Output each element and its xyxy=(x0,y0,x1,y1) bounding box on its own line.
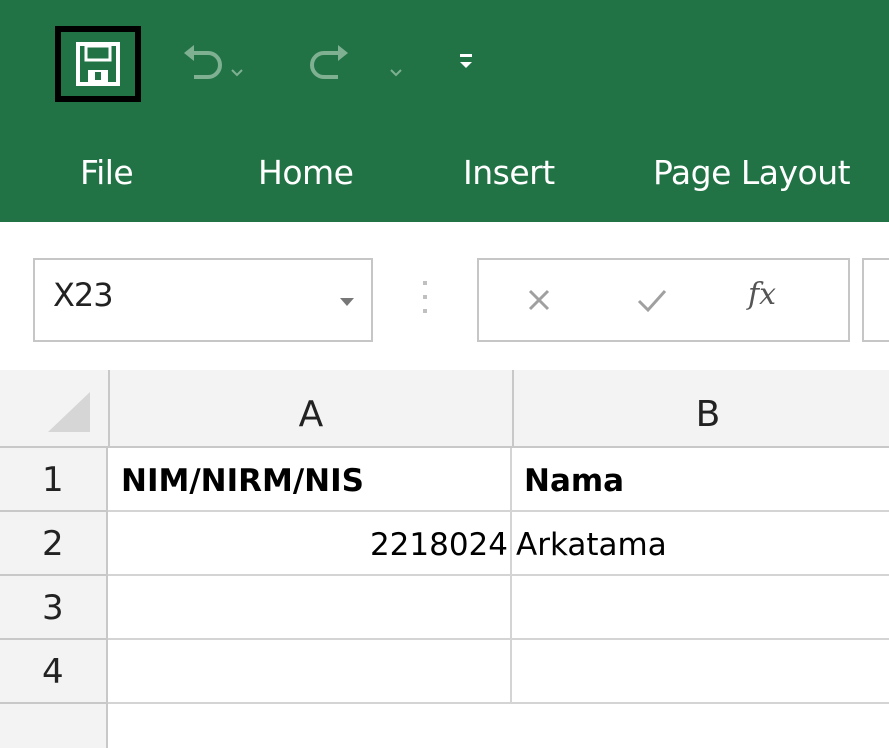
redo-dropdown-button[interactable] xyxy=(390,62,402,81)
save-icon xyxy=(76,42,120,86)
formula-input[interactable] xyxy=(862,258,889,342)
row-header-2[interactable]: 2 xyxy=(0,512,106,576)
cell-a1[interactable]: NIM/NIRM/NIS xyxy=(108,448,512,512)
column-header-b[interactable]: B xyxy=(512,370,889,446)
cell-a3[interactable] xyxy=(108,576,512,640)
tab-insert[interactable]: Insert xyxy=(463,150,555,196)
row-header-4[interactable]: 4 xyxy=(0,640,106,704)
name-box-dropdown-icon[interactable] xyxy=(339,292,355,311)
cell-a4[interactable] xyxy=(108,640,512,704)
undo-dropdown-button[interactable] xyxy=(231,62,243,81)
formula-bar-resize-handle[interactable] xyxy=(421,279,429,319)
column-header-a[interactable]: A xyxy=(108,370,512,446)
cell-a2[interactable]: 2218024 xyxy=(108,512,512,576)
ribbon: File Home Insert Page Layout xyxy=(0,0,889,222)
enter-button[interactable] xyxy=(635,285,669,319)
chevron-down-icon xyxy=(231,69,243,77)
customize-qat-icon xyxy=(460,54,472,68)
cell-b4[interactable] xyxy=(512,640,889,704)
cancel-button[interactable] xyxy=(524,285,554,319)
insert-function-button[interactable]: fx xyxy=(748,277,776,312)
name-box-value: X23 xyxy=(53,276,114,314)
tab-page-layout[interactable]: Page Layout xyxy=(653,150,851,196)
cell-b2[interactable]: Arkatama xyxy=(512,512,889,576)
worksheet-grid: A B 1 2 3 4 NIM/NIRM/NIS Nama 2218024 Ar… xyxy=(0,370,889,748)
row-header-column: 1 2 3 4 xyxy=(0,448,108,748)
cell-b3[interactable] xyxy=(512,576,889,640)
undo-icon xyxy=(184,45,222,79)
close-icon xyxy=(528,289,550,311)
redo-icon xyxy=(310,45,348,79)
row-header-1[interactable]: 1 xyxy=(0,448,106,512)
vertical-dots-icon xyxy=(423,281,427,313)
cell-b1[interactable]: Nama xyxy=(512,448,889,512)
select-all-button[interactable] xyxy=(0,370,108,448)
tab-home[interactable]: Home xyxy=(258,150,354,196)
formula-buttons: fx xyxy=(477,258,850,342)
select-all-triangle-icon xyxy=(48,392,90,432)
save-button[interactable] xyxy=(55,26,141,102)
name-box[interactable]: X23 xyxy=(33,258,373,342)
row-header-3[interactable]: 3 xyxy=(0,576,106,640)
undo-button[interactable] xyxy=(180,45,224,85)
chevron-down-icon xyxy=(390,69,402,77)
redo-button[interactable] xyxy=(308,45,352,85)
column-header-row: A B xyxy=(0,370,889,448)
tab-file[interactable]: File xyxy=(80,150,134,196)
checkmark-icon xyxy=(637,289,667,313)
customize-qat-button[interactable] xyxy=(458,52,474,76)
